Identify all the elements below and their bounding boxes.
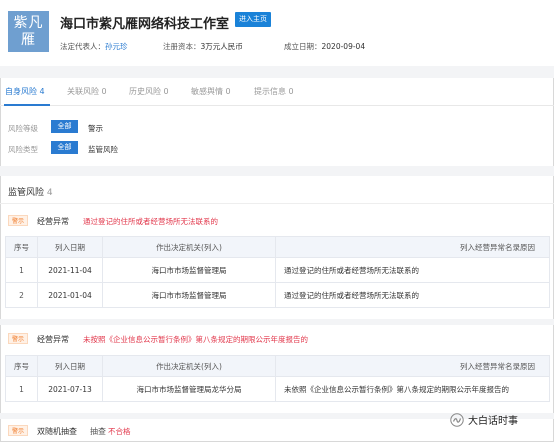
cell-authority: 海口市市场监督管理局 bbox=[102, 282, 276, 308]
filter-type-regulatory-option[interactable]: 监管风险 bbox=[88, 144, 118, 155]
founded-value: 2020-09-04 bbox=[321, 42, 366, 51]
legal-rep-link[interactable]: 孙元珍 bbox=[105, 42, 128, 51]
cell-index: 1 bbox=[5, 257, 38, 283]
warning-badge: 警示 bbox=[8, 215, 28, 226]
col-header-reason: 列入经营异常名录原因 bbox=[275, 355, 550, 377]
col-header-authority: 作出决定机关(列入) bbox=[102, 355, 276, 377]
filter-level-label: 风险等级 bbox=[8, 124, 38, 133]
cell-date: 2021-01-04 bbox=[37, 282, 103, 308]
risk-type: 双随机抽查 bbox=[37, 427, 77, 436]
warning-badge: 警示 bbox=[8, 425, 28, 436]
company-name: 海口市紫凡雁网络科技工作室 bbox=[60, 17, 230, 32]
registered-capital: 注册资本：3万元人民币 bbox=[163, 41, 243, 52]
filter-level-warning-option[interactable]: 警示 bbox=[88, 123, 103, 134]
section-gap bbox=[0, 166, 554, 176]
logo-text-line1: 紫凡 bbox=[13, 14, 44, 31]
filter-type-label: 风险类型 bbox=[8, 145, 38, 154]
col-header-authority: 作出决定机关(列入) bbox=[102, 236, 276, 258]
legal-rep: 法定代表人：孙元珍 bbox=[60, 41, 128, 52]
founded-label: 成立日期： bbox=[284, 42, 322, 51]
risk-type: 经营异常 bbox=[37, 335, 69, 344]
col-header-reason: 列入经营异常名录原因 bbox=[275, 236, 550, 258]
enter-home-button[interactable]: 进入主页 bbox=[235, 12, 271, 27]
table-row: 1 2021-11-04 海口市市场监督管理局 通过登记的住所或者经营场所无法联… bbox=[5, 257, 550, 283]
col-header-index: 序号 bbox=[5, 236, 38, 258]
cell-reason: 通过登记的住所或者经营场所无法联系的 bbox=[275, 257, 550, 283]
cell-index: 2 bbox=[5, 282, 38, 308]
section-title: 监管风险 4 bbox=[8, 185, 53, 198]
section-count: 4 bbox=[46, 188, 53, 198]
watermark-text: 大白话时事 bbox=[468, 416, 518, 427]
active-tab-indicator bbox=[4, 104, 50, 106]
logo-text-line2: 雁 bbox=[21, 31, 36, 48]
risk-description: 不合格 bbox=[108, 427, 131, 436]
filter-type-all-chip[interactable]: 全部 bbox=[51, 141, 78, 154]
table-header-row: 序号 列入日期 作出决定机关(列入) 列入经营异常名录原因 bbox=[5, 355, 550, 377]
cell-date: 2021-07-13 bbox=[37, 376, 103, 402]
risk-tabs: 自身风险 4 关联风险 0 历史风险 0 敏感舆情 0 提示信息 0 bbox=[0, 78, 554, 106]
tab-notice-info[interactable]: 提示信息 0 bbox=[254, 86, 294, 97]
divider bbox=[0, 203, 554, 204]
legal-rep-label: 法定代表人： bbox=[60, 42, 105, 51]
col-header-index: 序号 bbox=[5, 355, 38, 377]
tab-self-risk[interactable]: 自身风险 4 bbox=[5, 86, 45, 97]
capital-label: 注册资本： bbox=[163, 42, 201, 51]
section-gap bbox=[0, 319, 554, 325]
capital-value: 3万元人民币 bbox=[200, 42, 243, 51]
cell-reason: 通过登记的住所或者经营场所无法联系的 bbox=[275, 282, 550, 308]
table-row: 1 2021-07-13 海口市市场监督管理局龙华分局 未依照《企业信息公示暂行… bbox=[5, 376, 550, 402]
col-header-date: 列入日期 bbox=[37, 355, 103, 377]
company-header: 紫凡 雁 海口市紫凡雁网络科技工作室 进入主页 法定代表人：孙元珍 注册资本：3… bbox=[0, 0, 554, 66]
warning-badge: 警示 bbox=[8, 333, 28, 344]
tab-sensitive-news[interactable]: 敏感舆情 0 bbox=[191, 86, 231, 97]
filter-level-all-chip[interactable]: 全部 bbox=[51, 120, 78, 133]
cell-date: 2021-11-04 bbox=[37, 257, 103, 283]
tab-related-risk[interactable]: 关联风险 0 bbox=[67, 86, 107, 97]
table-header-row: 序号 列入日期 作出决定机关(列入) 列入经营异常名录原因 bbox=[5, 236, 550, 258]
watermark: 大白话时事 bbox=[450, 412, 518, 427]
wechat-channel-icon bbox=[450, 412, 464, 427]
col-header-date: 列入日期 bbox=[37, 236, 103, 258]
cell-authority: 海口市市场监督管理局 bbox=[102, 257, 276, 283]
section-gap bbox=[0, 66, 554, 78]
cell-authority: 海口市市场监督管理局龙华分局 bbox=[102, 376, 276, 402]
cell-reason: 未依照《企业信息公示暂行条例》第八条规定的期限公示年度报告的 bbox=[275, 376, 550, 402]
cell-index: 1 bbox=[5, 376, 38, 402]
risk-description: 通过登记的住所或者经营场所无法联系的 bbox=[83, 217, 218, 226]
abnormal-operation-table-1: 序号 列入日期 作出决定机关(列入) 列入经营异常名录原因 1 2021-11-… bbox=[5, 236, 550, 308]
risk-description-prefix: 抽查 bbox=[90, 427, 106, 436]
company-logo: 紫凡 雁 bbox=[8, 11, 49, 52]
risk-type: 经营异常 bbox=[37, 217, 69, 226]
section-title-text: 监管风险 bbox=[8, 188, 45, 198]
risk-description: 未按照《企业信息公示暂行条例》第八条规定的期限公示年度报告的 bbox=[83, 335, 308, 344]
abnormal-operation-table-2: 序号 列入日期 作出决定机关(列入) 列入经营异常名录原因 1 2021-07-… bbox=[5, 355, 550, 402]
table-row: 2 2021-01-04 海口市市场监督管理局 通过登记的住所或者经营场所无法联… bbox=[5, 282, 550, 308]
tab-history-risk[interactable]: 历史风险 0 bbox=[129, 86, 169, 97]
founded-date: 成立日期：2020-09-04 bbox=[284, 41, 365, 52]
